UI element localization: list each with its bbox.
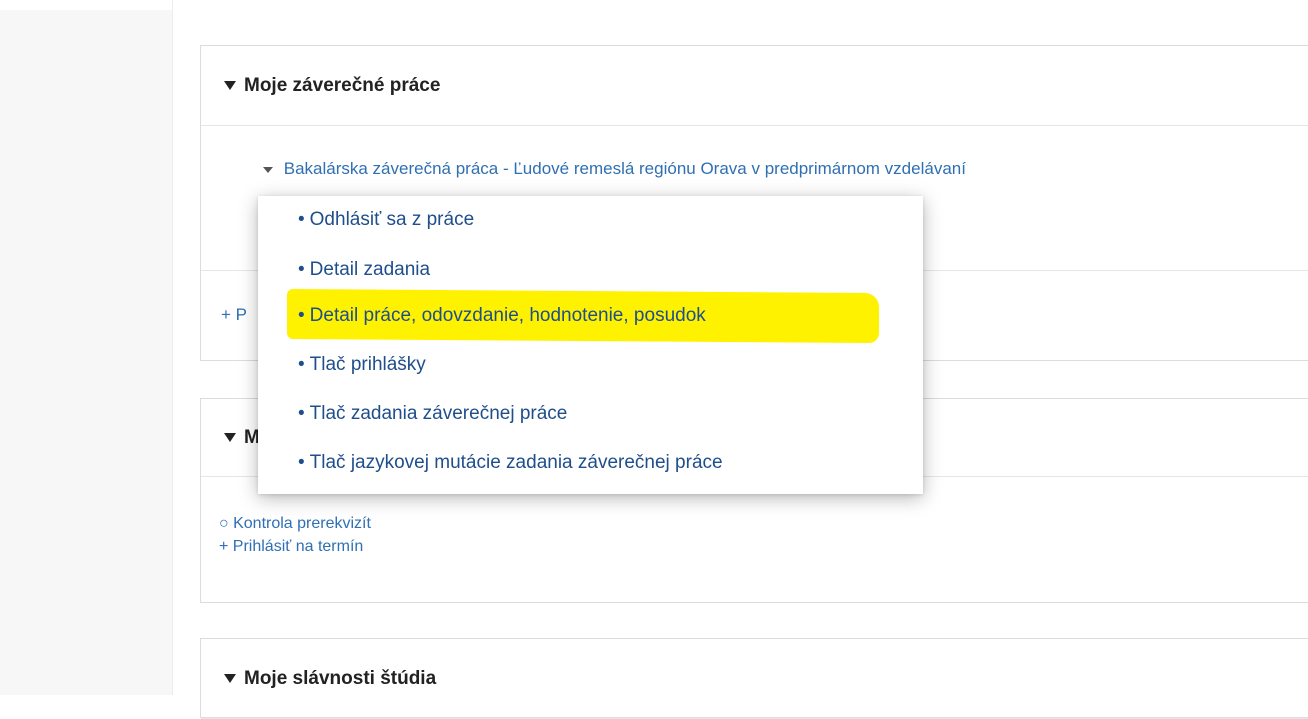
prerequisites-check-link[interactable]: ○ Kontrola prerekvizít bbox=[219, 515, 371, 532]
menu-item-label: Tlač jazykovej mutácie zadania záverečne… bbox=[309, 452, 723, 473]
celebrations-title: Moje slávnosti štúdia bbox=[244, 667, 437, 689]
register-term-link[interactable]: + Prihlásiť na termín bbox=[219, 538, 363, 555]
menu-item-print-application[interactable]: • Tlač prihlášky bbox=[298, 351, 426, 379]
bullet: • bbox=[298, 209, 305, 230]
caret-down-icon bbox=[224, 81, 236, 90]
menu-item-label: Odhlásiť sa z práce bbox=[309, 209, 475, 230]
menu-item-label: Tlač zadania záverečnej práce bbox=[309, 403, 568, 424]
menu-item-label: Detail práce, odovzdanie, hodnotenie, po… bbox=[309, 305, 706, 326]
left-sidebar bbox=[0, 0, 173, 695]
add-thesis-link[interactable]: + P bbox=[221, 305, 247, 325]
caret-down-icon bbox=[224, 433, 236, 442]
celebrations-header[interactable]: Moje slávnosti štúdia bbox=[201, 639, 1308, 719]
caret-down-icon bbox=[224, 674, 236, 683]
menu-item-unregister[interactable]: • Odhlásiť sa z práce bbox=[298, 206, 474, 234]
left-sidebar-top bbox=[0, 0, 172, 10]
menu-item-thesis-detail[interactable]: • Detail práce, odovzdanie, hodnotenie, p… bbox=[298, 302, 706, 330]
bullet: • bbox=[298, 452, 305, 473]
menu-item-print-assignment[interactable]: • Tlač zadania záverečnej práce bbox=[298, 400, 567, 428]
bullet: • bbox=[298, 259, 305, 280]
thesis-link-row[interactable]: Bakalárska záverečná práca - Ľudové reme… bbox=[263, 159, 966, 179]
caret-down-icon bbox=[263, 166, 273, 173]
bullet: • bbox=[298, 305, 305, 326]
menu-item-label: Detail zadania bbox=[309, 259, 431, 280]
thesis-link[interactable]: Bakalárska záverečná práca - Ľudové reme… bbox=[284, 159, 966, 178]
bullet: • bbox=[298, 354, 305, 375]
my-theses-header[interactable]: Moje záverečné práce bbox=[201, 46, 1308, 126]
second-panel-links: ○ Kontrola prerekvizít + Prihlásiť na te… bbox=[219, 512, 371, 558]
menu-item-assignment-detail[interactable]: • Detail zadania bbox=[298, 256, 430, 284]
thesis-actions-menu-text-layer: • Odhlásiť sa z práce • Detail zadania • De… bbox=[258, 196, 923, 494]
bullet: • bbox=[298, 403, 305, 424]
menu-item-print-language-version[interactable]: • Tlač jazykovej mutácie zadania záverečn… bbox=[298, 449, 723, 477]
menu-item-label: Tlač prihlášky bbox=[309, 354, 426, 375]
celebrations-panel: Moje slávnosti štúdia bbox=[200, 638, 1308, 719]
my-theses-title: Moje záverečné práce bbox=[244, 74, 441, 96]
